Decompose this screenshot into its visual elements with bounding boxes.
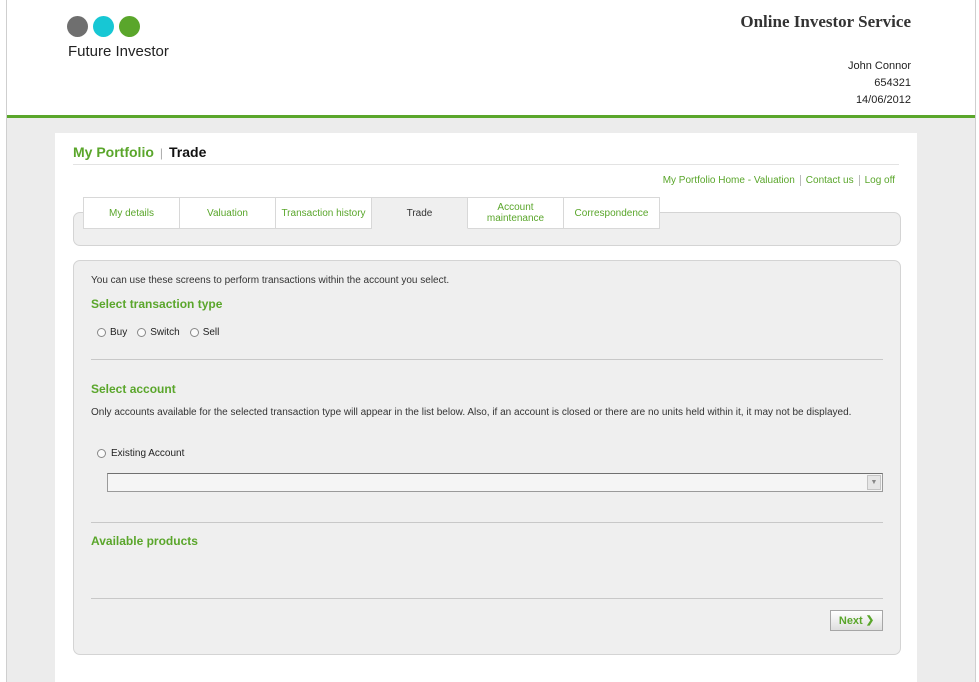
radio-buy-label: Buy xyxy=(110,327,128,338)
chevron-down-icon[interactable]: ▼ xyxy=(867,475,881,490)
trade-panel: You can use these screens to perform tra… xyxy=(73,260,901,655)
tab-list: My details Valuation Transaction history… xyxy=(83,197,660,229)
link-portfolio-home[interactable]: My Portfolio Home - Valuation xyxy=(658,175,800,186)
user-name: John Connor xyxy=(848,60,911,72)
service-title: Online Investor Service xyxy=(740,12,911,31)
breadcrumb: My Portfolio | Trade xyxy=(73,144,206,160)
radio-switch-circle[interactable] xyxy=(137,328,147,337)
account-note: Only accounts available for the selected… xyxy=(91,407,852,418)
logo-dot-cyan xyxy=(93,16,114,37)
user-id: 654321 xyxy=(874,77,911,89)
tab-account-maintenance[interactable]: Account maintenance xyxy=(468,197,564,229)
logo-dot-grey xyxy=(67,16,88,37)
account-select[interactable]: ▼ xyxy=(107,473,883,492)
logo xyxy=(67,16,140,37)
user-info: John Connor 654321 14/06/2012 xyxy=(848,58,911,109)
tab-correspondence[interactable]: Correspondence xyxy=(564,197,660,229)
title-divider xyxy=(73,164,899,165)
radio-switch[interactable]: Switch xyxy=(137,327,180,338)
radio-switch-label: Switch xyxy=(150,327,180,338)
next-button-label: Next xyxy=(838,614,863,627)
breadcrumb-separator: | xyxy=(159,146,164,160)
available-products-heading: Available products xyxy=(91,534,198,548)
section-divider xyxy=(91,359,883,360)
tab-valuation[interactable]: Valuation xyxy=(180,197,276,229)
link-log-off[interactable]: Log off xyxy=(858,175,900,186)
breadcrumb-my-portfolio[interactable]: My Portfolio xyxy=(73,144,154,160)
radio-buy[interactable]: Buy xyxy=(97,327,127,338)
radio-buy-circle[interactable] xyxy=(97,328,106,337)
radio-existing-account-circle[interactable] xyxy=(97,449,106,458)
radio-sell-circle[interactable] xyxy=(189,328,199,337)
top-links: My Portfolio Home - Valuation Contact us… xyxy=(658,175,900,186)
tab-trade[interactable]: Trade xyxy=(372,197,468,229)
tab-my-details[interactable]: My details xyxy=(83,197,180,229)
next-button[interactable]: Next ❯ xyxy=(830,610,883,631)
link-contact-us[interactable]: Contact us xyxy=(799,175,859,186)
logo-dot-green xyxy=(119,16,140,37)
transaction-type-options: Buy Switch Sell xyxy=(97,327,219,338)
existing-account-label: Existing Account xyxy=(111,448,185,459)
chevron-right-icon: ❯ xyxy=(865,615,875,626)
section-divider xyxy=(91,598,883,599)
radio-sell-label: Sell xyxy=(202,327,220,338)
radio-sell[interactable]: Sell xyxy=(189,327,220,338)
current-date: 14/06/2012 xyxy=(855,94,911,106)
main-content: My Portfolio | Trade My Portfolio Home - V… xyxy=(55,133,917,682)
section-divider xyxy=(91,522,883,523)
breadcrumb-trade: Trade xyxy=(169,144,207,160)
intro-text: You can use these screens to perform tra… xyxy=(91,275,450,286)
transaction-type-heading: Select transaction type xyxy=(91,297,223,311)
brand-name: Future Investor xyxy=(68,43,169,60)
browser-window: Future Investor Online Investor Service … xyxy=(6,0,976,682)
tab-transaction-history[interactable]: Transaction history xyxy=(276,197,372,229)
radio-existing-account[interactable]: Existing Account xyxy=(97,448,184,459)
site-header: Future Investor Online Investor Service … xyxy=(7,0,975,118)
select-account-heading: Select account xyxy=(91,382,176,396)
